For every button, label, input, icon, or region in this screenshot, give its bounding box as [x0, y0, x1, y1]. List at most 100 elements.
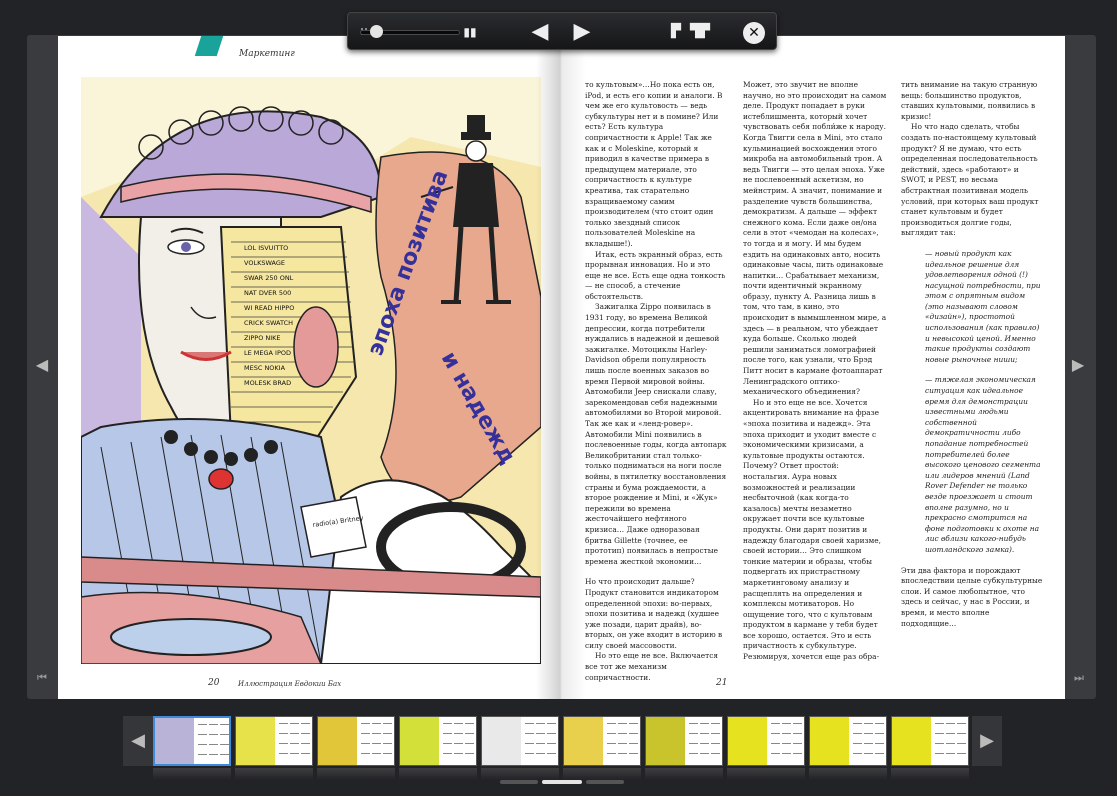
- paragraph: Но это еще не все. Включается все тот же…: [585, 651, 718, 682]
- face-words: LOL ISVUITTO: [244, 244, 288, 252]
- page-dot-active[interactable]: [542, 780, 582, 784]
- thumbnail-text-line: [946, 743, 955, 744]
- svg-text:ZIPPO NIKE: ZIPPO NIKE: [244, 334, 281, 342]
- thumbnail-text-line: [946, 733, 955, 734]
- thumbnail-text-line: [372, 733, 381, 734]
- thumbnail-text-line: [279, 753, 288, 754]
- thumbnail-text-line: [290, 733, 299, 734]
- thumb-7[interactable]: [645, 716, 723, 766]
- page-dot[interactable]: [586, 780, 624, 784]
- thumbnail-text-line: [618, 753, 627, 754]
- thumbnail-text-line: [864, 743, 873, 744]
- next-page-button[interactable]: ▶: [570, 21, 594, 43]
- thumbnail-text-line: [782, 743, 791, 744]
- thumbnail-left-page: [892, 717, 931, 765]
- thumbnail-text-line: [782, 723, 791, 724]
- illustration-credit: Иллюстрация Евдокии Бах: [238, 680, 342, 688]
- thumbnail-text-line: [782, 753, 791, 754]
- list-item: — тяжелая экономическая ситуация как иде…: [925, 375, 1041, 554]
- next-page-side-icon[interactable]: ▶: [1069, 350, 1087, 380]
- page-dot[interactable]: [500, 780, 538, 784]
- thumbnail-text-line: [301, 723, 310, 724]
- thumbnails-next-icon[interactable]: ▶: [972, 716, 1002, 766]
- previous-page-side-icon[interactable]: ◀: [33, 350, 51, 380]
- thumbnail-text-line: [864, 753, 873, 754]
- thumbnail-text-line: [443, 753, 452, 754]
- svg-text:LE MEGA IPOD: LE MEGA IPOD: [244, 349, 291, 357]
- thumbnail-text-line: [629, 723, 638, 724]
- illustration-drawing: LOL ISVUITTO VOLKSWAGE SWAR 250 ONL NAT …: [81, 77, 541, 664]
- svg-text:SWAR 250 ONL: SWAR 250 ONL: [244, 274, 294, 282]
- thumbnail-text-line: [372, 753, 381, 754]
- text-column-1: то культовым»…Но пока есть он, iPod, и е…: [585, 80, 727, 683]
- section-title: Маркетинг: [239, 49, 295, 59]
- thumbnail-right-page: [275, 717, 312, 765]
- thumb-10[interactable]: [891, 716, 969, 766]
- thumb-6[interactable]: [563, 716, 641, 766]
- thumbnail-text-line: [454, 733, 463, 734]
- close-icon[interactable]: ✕: [743, 22, 765, 44]
- paragraph: Но что происходит дальше? Продукт станов…: [585, 577, 723, 650]
- thumb-8[interactable]: [727, 716, 805, 766]
- first-page-icon[interactable]: ⏮: [35, 668, 49, 688]
- viewer-stage: ◀ ▶ ⏮ ⏭ Маркетинг LOL ISVUITTO VOLKSWAGE…: [0, 0, 1117, 796]
- thumbnail-text-line: [525, 743, 534, 744]
- thumb-9[interactable]: [809, 716, 887, 766]
- thumb-3[interactable]: [317, 716, 395, 766]
- thumbnail-text-line: [700, 723, 709, 724]
- thumbnail-text-line: [361, 733, 370, 734]
- svg-text:WI READ HIPPO: WI READ HIPPO: [244, 304, 294, 312]
- two-page-view-icon[interactable]: ▮▮: [458, 21, 482, 43]
- thumbnail-text-line: [454, 723, 463, 724]
- thumbnail-text-line: [465, 733, 474, 734]
- thumbnail-text-line: [875, 723, 884, 724]
- thumbnail-text-line: [853, 723, 862, 724]
- thumbnails-previous-icon[interactable]: ◀: [123, 716, 153, 766]
- thumbnail-text-line: [689, 733, 698, 734]
- thumbnail-text-line: [946, 753, 955, 754]
- thumbnail-text-line: [793, 723, 802, 724]
- thumbnail-text-line: [279, 723, 288, 724]
- last-page-icon[interactable]: ⏭: [1072, 668, 1086, 688]
- thumbnail-left-page: [400, 717, 439, 765]
- previous-page-button[interactable]: ◀: [528, 21, 552, 43]
- paragraph: Но что надо сделать, чтобы создать по-на…: [901, 122, 1039, 238]
- section-marker: [194, 36, 224, 56]
- thumb-4[interactable]: [399, 716, 477, 766]
- right-page: то культовым»…Но пока есть он, iPod, и е…: [561, 36, 1065, 699]
- thumbnail-text-line: [198, 734, 207, 735]
- thumbnail-reflection: [563, 768, 641, 780]
- thumbnail-text-line: [689, 753, 698, 754]
- double-page-view-icon[interactable]: ▜▛: [688, 21, 712, 43]
- illustration: LOL ISVUITTO VOLKSWAGE SWAR 250 ONL NAT …: [81, 77, 541, 664]
- thumbnail-left-page: [810, 717, 849, 765]
- thumbnail-text-line: [443, 743, 452, 744]
- thumbnail-text-line: [771, 723, 780, 724]
- thumbnail-text-line: [793, 753, 802, 754]
- thumbnail-text-line: [629, 753, 638, 754]
- thumbnail-text-line: [935, 743, 944, 744]
- thumb-2[interactable]: [235, 716, 313, 766]
- thumbnail-text-line: [618, 733, 627, 734]
- thumbnail-text-line: [700, 753, 709, 754]
- thumbnail-text-line: [290, 743, 299, 744]
- thumbnail-reflection: [727, 768, 805, 780]
- thumbnail-text-line: [220, 744, 229, 745]
- pagination-dots: [500, 780, 625, 785]
- thumb-1[interactable]: [153, 716, 231, 766]
- thumbnail-right-page: [931, 717, 968, 765]
- thumb-5[interactable]: [481, 716, 559, 766]
- thumbnail-text-line: [525, 753, 534, 754]
- thumbnail-right-page: [521, 717, 558, 765]
- thumbnail-text-line: [454, 743, 463, 744]
- paragraph: тить внимание на такую странную вещь: бо…: [901, 80, 1038, 121]
- thumbnail-text-line: [946, 723, 955, 724]
- thumbnail-text-line: [771, 753, 780, 754]
- thumbnail-left-page: [646, 717, 685, 765]
- thumbnail-text-line: [454, 753, 463, 754]
- single-page-view-icon[interactable]: ▛: [664, 21, 688, 43]
- paragraph: Но и это еще не все. Хочется акцентирова…: [743, 397, 882, 662]
- thumbnail-right-page: [439, 717, 476, 765]
- thumbnail-text-line: [607, 733, 616, 734]
- zoom-slider-handle[interactable]: [370, 25, 383, 38]
